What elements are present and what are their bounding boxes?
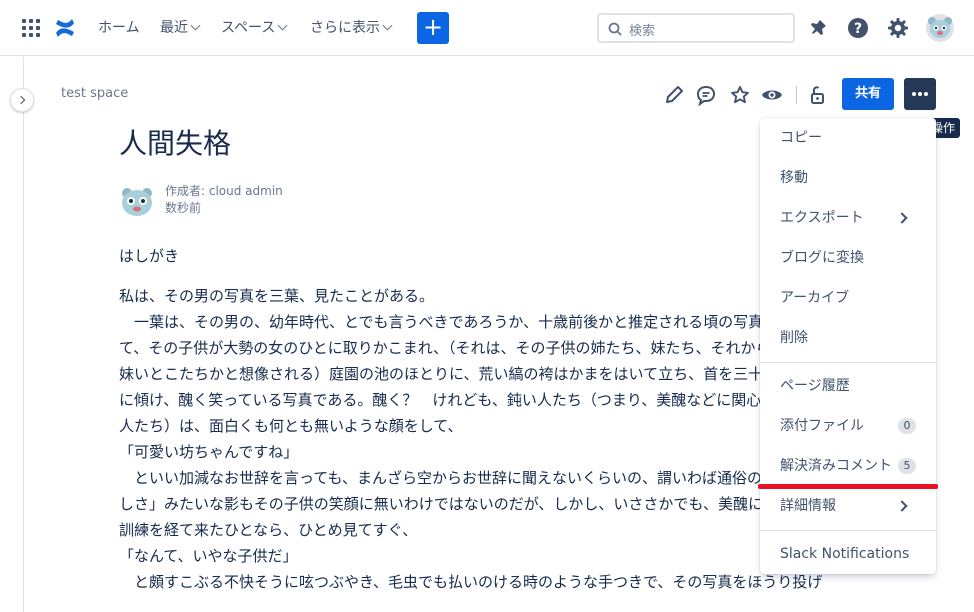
nav-more[interactable]: さらに表示 (310, 18, 393, 38)
nav-more-label: さらに表示 (310, 20, 380, 36)
menu-item-label: 削除 (780, 330, 808, 346)
menu-item-copy[interactable]: コピー (760, 118, 936, 158)
menu-item-attachments[interactable]: 添付ファイル 0 (760, 406, 936, 446)
watch-eye-icon[interactable] (761, 84, 783, 106)
author-byline[interactable]: 作成者: cloud admin (165, 182, 283, 199)
toolbar-separator (796, 86, 797, 104)
menu-item-move[interactable]: 移動 (760, 158, 936, 198)
menu-item-label: 添付ファイル (780, 418, 864, 434)
chevron-down-icon (190, 20, 201, 31)
chevron-down-icon (382, 20, 393, 31)
menu-item-label: ページ履歴 (780, 378, 850, 394)
search-placeholder: 検索 (629, 24, 656, 39)
svg-text:?: ? (854, 21, 862, 37)
nav-recent[interactable]: 最近 (160, 18, 201, 38)
notifications-icon[interactable] (806, 16, 830, 40)
attachments-count-badge: 0 (898, 418, 916, 434)
settings-gear-icon[interactable] (886, 16, 910, 40)
menu-item-slack-notifications[interactable]: Slack Notifications (760, 534, 936, 574)
nav-spaces-label: スペース (221, 20, 276, 36)
expand-sidebar-button[interactable] (10, 88, 34, 112)
menu-item-details[interactable]: 詳細情報 (760, 486, 936, 526)
nav-recent-label: 最近 (160, 20, 188, 36)
menu-item-label: 移動 (780, 170, 808, 186)
help-icon[interactable]: ? (846, 16, 870, 40)
more-actions-button[interactable] (904, 78, 936, 110)
comment-icon[interactable] (695, 84, 717, 106)
menu-item-archive[interactable]: アーカイブ (760, 278, 936, 318)
sidebar-divider (23, 57, 24, 612)
search-icon (608, 22, 622, 36)
share-button[interactable]: 共有 (842, 78, 894, 110)
author-avatar-icon[interactable] (119, 183, 155, 219)
create-button[interactable]: + (417, 12, 449, 44)
search-input[interactable]: 検索 (597, 13, 795, 43)
menu-item-label: Slack Notifications (780, 546, 910, 562)
user-avatar-icon[interactable] (926, 14, 954, 42)
menu-item-label: 詳細情報 (780, 498, 836, 514)
menu-item-label: アーカイブ (780, 290, 850, 306)
resolved-comments-count-badge: 5 (898, 458, 916, 474)
more-actions-menu: コピー 移動 エクスポート ブログに変換 アーカイブ 削除 ページ履歴 添付ファ… (760, 118, 936, 574)
top-navigation: ホーム 最近 スペース さらに表示 + 検索 ? (0, 0, 974, 56)
unlock-icon[interactable] (806, 84, 828, 106)
chevron-down-icon (277, 20, 288, 31)
nav-spaces[interactable]: スペース (221, 18, 288, 38)
nav-home-label: ホーム (98, 20, 140, 36)
edit-pencil-icon[interactable] (663, 84, 685, 106)
page-title: 人間失格 (119, 127, 232, 160)
star-icon[interactable] (729, 84, 751, 106)
confluence-logo-icon[interactable] (54, 16, 76, 40)
menu-item-label: ブログに変換 (780, 250, 864, 266)
breadcrumb-space[interactable]: test space (61, 86, 128, 101)
menu-item-resolved-comments[interactable]: 解決済みコメント 5 (760, 446, 936, 486)
last-modified[interactable]: 数秒前 (165, 199, 201, 216)
app-switcher-icon[interactable] (22, 19, 40, 37)
menu-item-label: コピー (780, 130, 822, 146)
menu-separator (760, 362, 936, 363)
menu-item-page-history[interactable]: ページ履歴 (760, 366, 936, 406)
highlight-underline (758, 484, 938, 489)
menu-item-delete[interactable]: 削除 (760, 318, 936, 358)
menu-item-label: 解決済みコメント (780, 458, 892, 474)
menu-item-convert-to-blog[interactable]: ブログに変換 (760, 238, 936, 278)
nav-home[interactable]: ホーム (98, 18, 140, 38)
chevron-right-icon (896, 212, 908, 224)
menu-item-label: エクスポート (780, 210, 864, 226)
menu-separator (760, 530, 936, 531)
chevron-right-icon (896, 500, 908, 512)
menu-item-export[interactable]: エクスポート (760, 198, 936, 238)
